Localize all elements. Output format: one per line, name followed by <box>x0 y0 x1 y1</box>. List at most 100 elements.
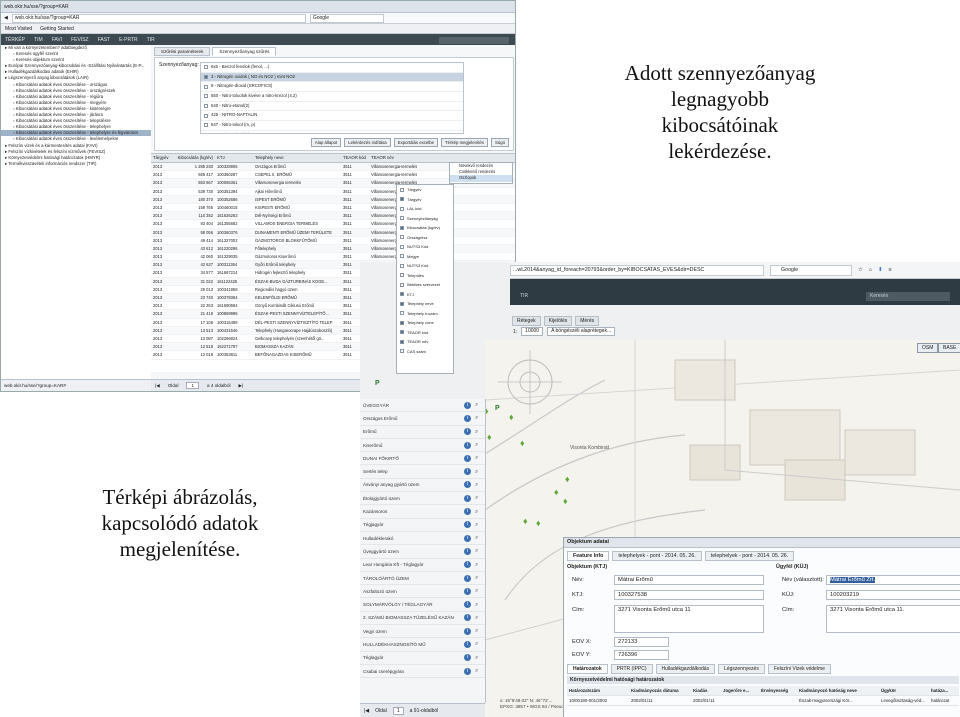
column-checkbox[interactable] <box>400 292 404 297</box>
layer-item[interactable]: Vegyi üzem i ⌕ <box>360 625 485 639</box>
table-row[interactable]: 10/00180-001/2002 2002/01/11 2002/01/11 Ész… <box>567 696 959 706</box>
zoom-icon[interactable]: ⌕ <box>475 602 481 608</box>
column-checkbox[interactable] <box>400 330 404 335</box>
layer-item[interactable]: Ásványi anyag gyártó üzem i ⌕ <box>360 479 485 493</box>
column-header[interactable]: TEAOR név <box>369 154 427 162</box>
layer-item[interactable]: Hulladéklerakó i ⌕ <box>360 532 485 546</box>
zoom-icon[interactable]: ⌕ <box>475 455 481 461</box>
column-checkbox[interactable] <box>400 339 404 344</box>
pollutant-row[interactable]: 3 - Nitrogén oxidok ( NO és NO2 ) mint N… <box>201 72 463 83</box>
table-row[interactable]: 2013 42 060 161329035 Gázmotoros Kiserőmű 35… <box>151 253 515 262</box>
table-row[interactable]: 2013 159 765 100460015 KISPESTI ERŐMŰ 3511 Vi… <box>151 204 515 213</box>
bookmark-most-visited[interactable]: Most Visited <box>5 26 32 32</box>
url-field[interactable]: ...wL2014&anyag_id_foreach=20793&order_b… <box>510 264 764 276</box>
tab-filter-params[interactable]: Szűrési paraméterek <box>154 47 211 56</box>
layer-item[interactable]: Kiserőmű i ⌕ <box>360 439 485 453</box>
help-button[interactable]: Súgó <box>490 138 509 147</box>
column-checkbox[interactable] <box>400 282 404 287</box>
scale-input[interactable]: 10000 <box>521 327 544 336</box>
ktj-field[interactable]: 100327538 <box>614 590 764 600</box>
column-checkbox[interactable] <box>400 263 404 268</box>
column-header[interactable]: Határozatszám <box>567 686 629 695</box>
browser-search-field[interactable]: Google <box>309 13 384 23</box>
pollutant-row[interactable]: 425 - NITRO-NAFTALIN <box>201 111 463 122</box>
column-option[interactable]: KTJ <box>397 290 453 300</box>
info-icon[interactable]: i <box>464 441 471 449</box>
layer-item[interactable]: Sertés telep i ⌕ <box>360 465 485 479</box>
column-checkbox[interactable] <box>400 206 404 211</box>
column-checkbox[interactable] <box>400 311 404 316</box>
zoom-icon[interactable]: ⌕ <box>475 628 481 634</box>
browser-search-field[interactable]: Google <box>770 264 852 276</box>
info-icon[interactable]: i <box>464 468 471 476</box>
client-address-field[interactable]: 3271 Visonta Erőmű utca 11. <box>826 605 960 633</box>
column-checkbox[interactable] <box>400 225 404 230</box>
column-option[interactable]: TEAOR kód <box>397 328 453 338</box>
tab-sites-1[interactable]: telephelyek - pont - 2014. 05. 26. <box>612 551 702 561</box>
layer-item[interactable]: SOLYMÁRVÖLGY / TÉGLAGYÁR i ⌕ <box>360 598 485 612</box>
show-map-button[interactable]: Térkép megjelenítés <box>441 138 488 147</box>
info-icon[interactable]: i <box>464 481 471 489</box>
info-icon[interactable]: i <box>464 508 471 516</box>
table-row[interactable]: 2013 180 370 100352686 ISPEST ERŐMŰ 3511 Vill… <box>151 195 515 204</box>
pollutant-row[interactable]: 9 - Nitrogén-dioxid (SRCOFICS) <box>201 82 463 93</box>
bookmark-getting-started[interactable]: Getting Started <box>40 26 74 32</box>
column-checkbox[interactable] <box>400 244 404 249</box>
column-checkbox[interactable] <box>400 320 404 325</box>
factory-marker-icon[interactable]: ♦ <box>509 412 514 422</box>
layer-item[interactable]: Étolajgyártó üzem i ⌕ <box>360 492 485 506</box>
app-search-field[interactable]: Keresés <box>866 292 950 301</box>
column-option[interactable]: Illetékes szervezet <box>397 280 453 290</box>
reset-button[interactable]: Alap állapot <box>310 138 342 147</box>
info-icon[interactable]: i <box>464 587 471 595</box>
layer-item[interactable]: Országos Erőmű i ⌕ <box>360 412 485 426</box>
table-row[interactable]: 2013 110 352 161626263 Dél-Nyírségi Erőmű 35… <box>151 212 515 221</box>
download-icon[interactable]: ⬇ <box>878 267 882 273</box>
layer-item[interactable]: Tégjagyár i ⌕ <box>360 519 485 532</box>
address-field[interactable]: 3271 Visonta Erőmű utca 11 <box>614 605 764 633</box>
tab-measure[interactable]: Mérés <box>575 316 600 326</box>
column-header[interactable]: Ügykör <box>879 686 929 695</box>
columns-item[interactable]: Oszlopok <box>450 175 512 182</box>
info-icon[interactable]: i <box>464 428 471 436</box>
tab-prtr[interactable]: PRTR (IPPC) <box>610 664 653 674</box>
osm-button[interactable]: OSM <box>917 343 939 353</box>
layer-item[interactable]: Üveggyártó üzem i ⌕ <box>360 545 485 559</box>
factory-marker-icon[interactable]: ♦ <box>565 474 570 484</box>
menu-icon[interactable]: ≡ <box>888 267 891 273</box>
column-option[interactable]: Tárgyév <box>397 195 453 205</box>
menu-item[interactable]: E-PRTR <box>119 37 138 43</box>
column-header[interactable]: Érvényesség <box>759 686 797 695</box>
column-option[interactable]: Település <box>397 271 453 281</box>
run-query-button[interactable]: Lekérdezés indítása <box>344 138 391 147</box>
app-search-field[interactable] <box>439 36 509 44</box>
tab-waste[interactable]: Hulladékgazdálkodás <box>655 664 716 674</box>
column-option[interactable]: Telephely ir.szám <box>397 309 453 319</box>
pollutant-checkbox[interactable] <box>204 65 208 70</box>
column-checkbox[interactable] <box>400 349 404 354</box>
pollutant-row[interactable]: 640 - Nitro-etanol(2) <box>201 102 463 112</box>
info-icon[interactable]: i <box>464 414 471 422</box>
browser-tab[interactable]: web.okir.hu/sse/?group=KAR <box>4 4 69 10</box>
tab-water[interactable]: Felszíni Vizek védelme <box>767 664 831 674</box>
page-input[interactable]: 1 <box>186 382 200 389</box>
layer-item[interactable]: 2. SZÁMÚ BIOMASSZA TÜZELÉSŰ KAZÁN i ⌕ <box>360 612 485 626</box>
info-icon[interactable]: i <box>464 561 471 569</box>
menu-item[interactable]: TÉRKÉP <box>5 37 25 43</box>
column-checkbox[interactable] <box>400 254 404 259</box>
layer-item[interactable]: Erőmű i ⌕ <box>360 426 485 439</box>
client-name-field[interactable]: Mátrai Erőmű Zrt. <box>826 575 960 585</box>
app-tab-tir[interactable]: TIR <box>520 293 528 299</box>
next-page-icon[interactable]: ▶| <box>239 383 244 389</box>
zoom-icon[interactable]: ⌕ <box>475 509 481 515</box>
column-option[interactable]: NUTS3 Kód <box>397 242 453 252</box>
pollutant-checkbox[interactable] <box>204 113 208 118</box>
tab-air[interactable]: Légszennyezés <box>718 664 765 674</box>
pollutant-checkbox[interactable] <box>204 75 208 80</box>
column-checkbox[interactable] <box>400 273 404 278</box>
column-header[interactable]: Kiadmányozó hatóság neve <box>797 686 879 695</box>
export-excel-button[interactable]: Exportálás excelbe <box>393 138 439 147</box>
table-row[interactable]: 2013 43 612 161220296 Főtelephely 3511 Villam… <box>151 244 515 254</box>
column-header[interactable]: Kiadmányozás dátuma <box>629 686 691 695</box>
layer-item[interactable]: Lear Hungária Kft - Téglagyár i ⌕ <box>360 559 485 572</box>
